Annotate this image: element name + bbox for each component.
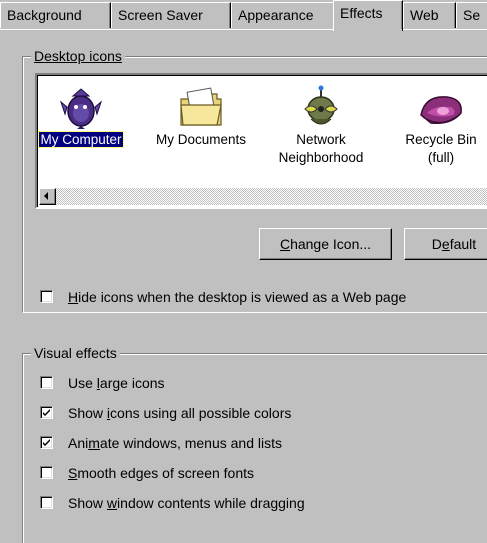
hide-icons-checkbox[interactable] <box>40 290 53 303</box>
smooth-fonts-checkbox[interactable] <box>40 466 53 479</box>
desktop-icons-legend: Desktop icons <box>31 47 125 65</box>
label-part: ide icons when the desktop is viewed as … <box>78 289 406 305</box>
label-line: Neighborhood <box>265 149 377 167</box>
access-key: S <box>68 465 77 481</box>
tab-label: Effects <box>340 5 383 21</box>
scroll-left-button[interactable] <box>39 188 56 205</box>
access-key: C <box>280 236 290 252</box>
access-key: m <box>88 435 100 451</box>
tab-settings-partial[interactable]: Se <box>456 2 487 28</box>
access-key: w <box>107 495 117 511</box>
label-part: arge icons <box>100 375 165 391</box>
option-label: Animate windows, menus and lists <box>68 433 282 453</box>
label-part: Show <box>68 495 107 511</box>
recycle-bin-full-icon <box>417 85 465 129</box>
label-part: Show <box>68 405 107 421</box>
tab-label: Se <box>463 7 480 23</box>
animate-windows-checkbox[interactable] <box>40 436 53 449</box>
tab-web[interactable]: Web <box>403 2 456 28</box>
access-key: e <box>442 236 450 252</box>
item-label: My Computer <box>35 131 137 149</box>
tab-label: Appearance <box>238 7 314 23</box>
my-documents-folder-icon <box>177 85 225 129</box>
label-part: indow contents while dragging <box>117 495 305 511</box>
label-line: My Documents <box>156 132 246 147</box>
label-part: Ani <box>68 435 88 451</box>
option-label: Use large icons <box>68 373 165 393</box>
label-part: mooth edges of screen fonts <box>77 465 254 481</box>
change-icon-button[interactable]: Change Icon... <box>259 228 392 260</box>
show-icons-all-colors-checkbox[interactable] <box>40 406 53 419</box>
active-tab-gap <box>334 29 402 31</box>
checkmark-icon <box>42 408 51 417</box>
label-line: Recycle Bin <box>385 131 487 149</box>
label-line: Network <box>265 131 377 149</box>
label-part: fault <box>450 236 476 252</box>
scroll-track[interactable] <box>56 188 487 205</box>
option-label: Show icons using all possible colors <box>68 403 291 423</box>
option-label: Smooth edges of screen fonts <box>68 463 254 483</box>
show-window-contents-checkbox[interactable] <box>40 496 53 509</box>
tab-label: Background <box>7 7 82 23</box>
option-label: Hide icons when the desktop is viewed as… <box>68 287 406 307</box>
my-computer-icon <box>57 85 105 129</box>
checkmark-icon <box>42 438 51 447</box>
tab-background[interactable]: Background <box>0 2 111 28</box>
label-part: ate windows, menus and lists <box>100 435 282 451</box>
horizontal-scrollbar[interactable] <box>39 188 487 205</box>
label-part: hange Icon... <box>290 236 371 252</box>
item-label: Recycle Bin (full) <box>385 131 487 167</box>
tab-screen-saver[interactable]: Screen Saver <box>111 2 231 28</box>
tab-appearance[interactable]: Appearance <box>231 2 335 28</box>
default-button[interactable]: Default <box>404 228 487 260</box>
network-neighborhood-icon <box>297 85 345 129</box>
option-label: Show window contents while dragging <box>68 493 305 513</box>
item-label: My Documents <box>145 131 257 149</box>
label-part: D <box>432 236 442 252</box>
label-part: cons using all possible colors <box>110 405 291 421</box>
desktop-icons-listview[interactable]: My Computer My Documents Network Neighbo… <box>35 73 487 209</box>
label-part: Use <box>68 375 97 391</box>
item-label: Network Neighborhood <box>265 131 377 167</box>
label-line: (full) <box>385 149 487 167</box>
tab-label: Web <box>410 7 439 23</box>
tab-effects[interactable]: Effects <box>333 0 403 31</box>
tab-label: Screen Saver <box>118 7 203 23</box>
visual-effects-legend: Visual effects <box>31 344 120 362</box>
access-key: H <box>68 289 78 305</box>
use-large-icons-checkbox[interactable] <box>40 376 53 389</box>
label-line: My Computer <box>39 132 122 147</box>
left-arrow-icon <box>44 192 48 200</box>
legend-text: Visual effects <box>34 345 117 361</box>
tab-panel-edge <box>0 29 487 30</box>
legend-text: Desktop icons <box>34 48 122 64</box>
